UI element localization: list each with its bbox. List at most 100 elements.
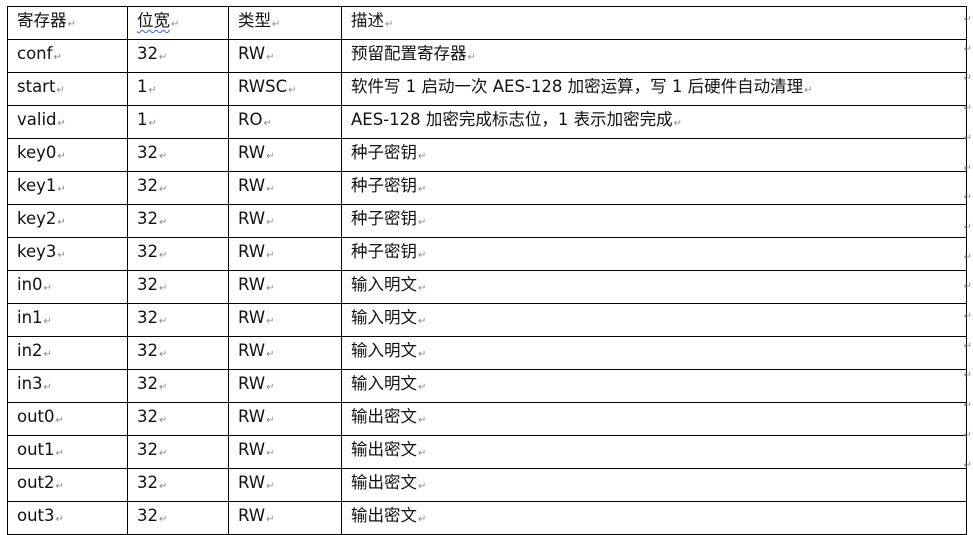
register-name: in1 — [17, 308, 43, 327]
table-cell: start↵ — [7, 72, 128, 106]
paragraph-mark-icon: ↵ — [43, 382, 52, 393]
header-cell: 描述↵ — [341, 6, 967, 40]
bit-width: 32 — [137, 275, 158, 294]
row-end-mark-icon: ↵ — [963, 14, 972, 25]
register-table-body: conf↵ 32↵ RW↵ 预留配置寄存器↵ start↵ 1↵ RWSC↵ 软件写 1 启动… — [7, 39, 967, 535]
paragraph-mark-icon: ↵ — [673, 118, 683, 129]
access-type: RW — [238, 374, 266, 393]
table-cell: out3↵ — [7, 501, 128, 535]
table-cell: RW↵ — [228, 501, 342, 535]
access-type: RW — [238, 176, 266, 195]
table-cell: out2↵ — [7, 468, 128, 502]
table-cell: conf↵ — [7, 39, 128, 73]
paragraph-mark-icon: ↵ — [266, 316, 275, 327]
table-cell: 32↵ — [127, 138, 229, 172]
table-cell: 32↵ — [127, 369, 229, 403]
table-cell: RW↵ — [228, 336, 342, 370]
table-cell: 32↵ — [127, 303, 229, 337]
description: 预留配置寄存器 — [351, 44, 467, 63]
paragraph-mark-icon: ↵ — [67, 19, 76, 30]
table-cell: 输入明文↵ — [341, 303, 967, 337]
table-row: key1↵ 32↵ RW↵ 种子密钥↵ — [7, 171, 967, 205]
bit-width: 32 — [137, 143, 158, 162]
table-row: in0↵ 32↵ RW↵ 输入明文↵ — [7, 270, 967, 304]
table-cell: 种子密钥↵ — [341, 138, 967, 172]
register-name: out3 — [17, 506, 55, 525]
table-cell: RW↵ — [228, 138, 342, 172]
table-cell: RO↵ — [228, 105, 342, 139]
access-type: RW — [238, 242, 266, 261]
table-cell: 输出密文↵ — [341, 402, 967, 436]
table-cell: 输入明文↵ — [341, 369, 967, 403]
paragraph-mark-icon: ↵ — [266, 250, 275, 261]
paragraph-mark-icon: ↵ — [266, 349, 275, 360]
paragraph-mark-icon: ↵ — [171, 19, 180, 30]
description: 输出密文 — [351, 440, 417, 459]
paragraph-mark-icon: ↵ — [57, 250, 66, 261]
paragraph-mark-icon: ↵ — [55, 448, 64, 459]
access-type: RW — [238, 308, 266, 327]
register-name: conf — [17, 44, 53, 63]
register-name: in3 — [17, 374, 43, 393]
table-row: key2↵ 32↵ RW↵ 种子密钥↵ — [7, 204, 967, 238]
table-cell: key3↵ — [7, 237, 128, 271]
table-cell: 1↵ — [127, 72, 229, 106]
header-register: 寄存器 — [17, 11, 67, 30]
paragraph-mark-icon: ↵ — [159, 283, 168, 294]
table-cell: 32↵ — [127, 39, 229, 73]
table-row: valid↵ 1↵ RO↵ AES-128 加密完成标志位，1 表示加密完成↵ — [7, 105, 967, 139]
paragraph-mark-icon: ↵ — [266, 184, 275, 195]
bit-width: 32 — [137, 44, 158, 63]
paragraph-mark-icon: ↵ — [43, 283, 52, 294]
paragraph-mark-icon: ↵ — [148, 85, 157, 96]
bit-width: 1 — [137, 110, 148, 129]
paragraph-mark-icon: ↵ — [263, 118, 272, 129]
bit-width: 32 — [137, 176, 158, 195]
row-end-mark-icon: ↵ — [963, 162, 972, 174]
description: 输出密文 — [351, 407, 417, 426]
paragraph-mark-icon: ↵ — [418, 184, 427, 195]
table-cell: 32↵ — [127, 270, 229, 304]
table-cell: RWSC↵ — [228, 72, 342, 106]
description: AES-128 加密完成标志位，1 表示加密完成 — [351, 110, 673, 129]
register-name: in0 — [17, 275, 43, 294]
access-type: RW — [238, 506, 266, 525]
paragraph-mark-icon: ↵ — [467, 52, 476, 63]
table-row: conf↵ 32↵ RW↵ 预留配置寄存器↵ — [7, 39, 967, 73]
row-end-mark-icon: ↵ — [963, 192, 972, 204]
paragraph-mark-icon: ↵ — [55, 514, 64, 525]
description: 种子密钥 — [351, 143, 417, 162]
table-cell: 32↵ — [127, 171, 229, 205]
row-end-mark-icon: ↵ — [963, 132, 972, 144]
table-cell: 输出密文↵ — [341, 435, 967, 469]
table-cell: RW↵ — [228, 171, 342, 205]
paragraph-mark-icon: ↵ — [43, 349, 52, 360]
table-cell: 预留配置寄存器↵ — [341, 39, 967, 73]
table-cell: AES-128 加密完成标志位，1 表示加密完成↵ — [341, 105, 967, 139]
table-cell: out0↵ — [7, 402, 128, 436]
table-cell: 1↵ — [127, 105, 229, 139]
paragraph-mark-icon: ↵ — [418, 316, 427, 327]
bit-width: 1 — [137, 77, 148, 96]
row-end-mark-icon: ↵ — [963, 73, 972, 85]
paragraph-mark-icon: ↵ — [159, 217, 168, 228]
paragraph-mark-icon: ↵ — [418, 382, 427, 393]
table-cell: RW↵ — [228, 39, 342, 73]
description: 输入明文 — [351, 275, 417, 294]
table-cell: 种子密钥↵ — [341, 237, 967, 271]
paragraph-mark-icon: ↵ — [418, 349, 427, 360]
paragraph-mark-icon: ↵ — [418, 448, 427, 459]
table-cell: 32↵ — [127, 468, 229, 502]
description: 种子密钥 — [351, 242, 417, 261]
row-end-mark-icon: ↵ — [963, 429, 972, 441]
table-cell: 输入明文↵ — [341, 336, 967, 370]
table-cell: 输出密文↵ — [341, 501, 967, 535]
bit-width: 32 — [137, 506, 158, 525]
paragraph-mark-icon: ↵ — [266, 415, 275, 426]
row-end-mark-icon: ↵ — [963, 43, 972, 55]
paragraph-mark-icon: ↵ — [159, 52, 168, 63]
access-type: RW — [238, 440, 266, 459]
register-name: key1 — [17, 176, 57, 195]
table-cell: key1↵ — [7, 171, 128, 205]
table-cell: 软件写 1 启动一次 AES-128 加密运算，写 1 后硬件自动清理↵ — [341, 72, 967, 106]
